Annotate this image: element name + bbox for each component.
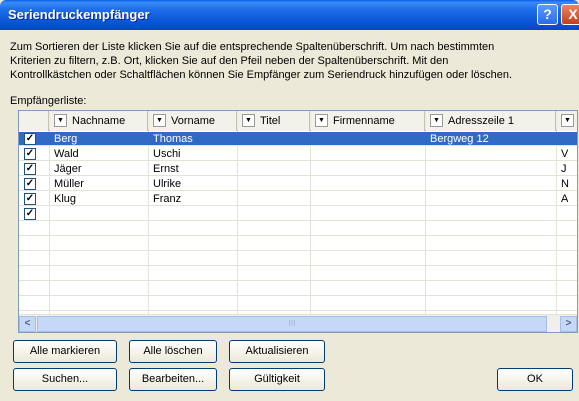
column-header-nachname[interactable]: ▼ Nachname bbox=[50, 111, 148, 131]
table-row bbox=[19, 222, 577, 236]
filter-arrow-icon[interactable]: ▼ bbox=[430, 114, 443, 127]
mark-all-button[interactable]: Alle markieren bbox=[13, 340, 117, 363]
recipient-list[interactable]: ▼ Nachname ▼ Vorname ▼ Titel ▼ Firmennam… bbox=[18, 110, 578, 333]
close-button[interactable]: X bbox=[561, 4, 579, 25]
instructions-line: Kontrollkästchen oder Schaltflächen könn… bbox=[10, 69, 513, 81]
row-checkbox[interactable]: ✓ bbox=[24, 208, 36, 220]
row-checkbox[interactable]: ✓ bbox=[24, 148, 36, 160]
scroll-left-icon[interactable]: < bbox=[19, 316, 36, 332]
table-row bbox=[19, 297, 577, 311]
cell-vorname: Uschi bbox=[153, 148, 181, 160]
row-checkbox[interactable]: ✓ bbox=[24, 133, 36, 145]
cell-vorname: Ulrike bbox=[153, 178, 182, 190]
table-row bbox=[19, 267, 577, 281]
filter-arrow-icon[interactable]: ▼ bbox=[561, 114, 574, 127]
ok-button[interactable]: OK bbox=[497, 368, 573, 391]
column-header-firmenname[interactable]: ▼ Firmenname bbox=[311, 111, 425, 131]
filter-arrow-icon[interactable]: ▼ bbox=[54, 114, 67, 127]
cell-nachname: Berg bbox=[54, 133, 78, 145]
instructions-text: Zum Sortieren der Liste klicken Sie auf … bbox=[10, 40, 576, 82]
filter-arrow-icon[interactable]: ▼ bbox=[242, 114, 255, 127]
row-checkbox[interactable]: ✓ bbox=[24, 193, 36, 205]
filter-arrow-icon[interactable]: ▼ bbox=[153, 114, 166, 127]
row-checkbox[interactable]: ✓ bbox=[24, 163, 36, 175]
cell-nachname: Jäger bbox=[54, 163, 82, 175]
dialog-window: Seriendruckempfänger ? X Zum Sortieren d… bbox=[0, 0, 579, 401]
cell-vorname: Thomas bbox=[153, 133, 193, 145]
cell-vorname: Ernst bbox=[153, 163, 179, 175]
cell-next: N bbox=[561, 178, 569, 190]
instructions-line: Kriterien zu filtern, z.B. Ort, klicken … bbox=[10, 55, 449, 67]
window-title: Seriendruckempfänger bbox=[8, 7, 150, 22]
cell-nachname: Müller bbox=[54, 178, 84, 190]
validity-button[interactable]: Gültigkeit bbox=[229, 368, 325, 391]
recipient-list-label: Empfängerliste: bbox=[10, 95, 87, 107]
cell-next: V bbox=[561, 148, 569, 160]
cell-next: A bbox=[561, 193, 569, 205]
cell-nachname: Klug bbox=[54, 193, 77, 205]
column-header-label: Nachname bbox=[72, 115, 126, 127]
table-row[interactable]: ✓ Berg Thomas Bergweg 12 bbox=[19, 132, 577, 146]
table-row[interactable]: ✓ Müller Ulrike N bbox=[19, 177, 577, 191]
column-header-row: ▼ Nachname ▼ Vorname ▼ Titel ▼ Firmennam… bbox=[19, 111, 577, 131]
cell-vorname: Franz bbox=[153, 193, 182, 205]
column-header-label: Firmenname bbox=[333, 115, 395, 127]
table-row bbox=[19, 282, 577, 296]
column-header-next[interactable]: ▼ bbox=[557, 111, 577, 131]
checkbox-column-header bbox=[19, 111, 49, 131]
table-row[interactable]: ✓ Wald Uschi V bbox=[19, 147, 577, 161]
search-button[interactable]: Suchen... bbox=[13, 368, 117, 391]
table-row[interactable]: ✓ bbox=[19, 207, 577, 221]
column-header-titel[interactable]: ▼ Titel bbox=[238, 111, 310, 131]
column-header-label: Vorname bbox=[171, 115, 216, 127]
cell-adresszeile: Bergweg 12 bbox=[430, 133, 489, 145]
table-row bbox=[19, 237, 577, 251]
horizontal-scrollbar[interactable]: < III > bbox=[19, 314, 577, 332]
title-bar: Seriendruckempfänger ? X bbox=[0, 0, 579, 30]
table-row[interactable]: ✓ Klug Franz A bbox=[19, 192, 577, 206]
column-header-label: Adresszeile 1 bbox=[448, 115, 515, 127]
row-checkbox[interactable]: ✓ bbox=[24, 178, 36, 190]
scroll-right-icon[interactable]: > bbox=[560, 316, 577, 332]
table-row[interactable]: ✓ Jäger Ernst J bbox=[19, 162, 577, 176]
cell-nachname: Wald bbox=[54, 148, 79, 160]
column-header-adresszeile[interactable]: ▼ Adresszeile 1 bbox=[426, 111, 556, 131]
column-header-vorname[interactable]: ▼ Vorname bbox=[149, 111, 237, 131]
scroll-thumb[interactable]: III bbox=[37, 316, 547, 332]
table-row bbox=[19, 252, 577, 266]
refresh-button[interactable]: Aktualisieren bbox=[229, 340, 325, 363]
instructions-line: Zum Sortieren der Liste klicken Sie auf … bbox=[10, 41, 495, 53]
delete-all-button[interactable]: Alle löschen bbox=[129, 340, 217, 363]
edit-button[interactable]: Bearbeiten... bbox=[129, 368, 217, 391]
column-header-label: Titel bbox=[260, 115, 281, 127]
cell-next: J bbox=[561, 163, 567, 175]
filter-arrow-icon[interactable]: ▼ bbox=[315, 114, 328, 127]
help-button[interactable]: ? bbox=[537, 4, 558, 25]
